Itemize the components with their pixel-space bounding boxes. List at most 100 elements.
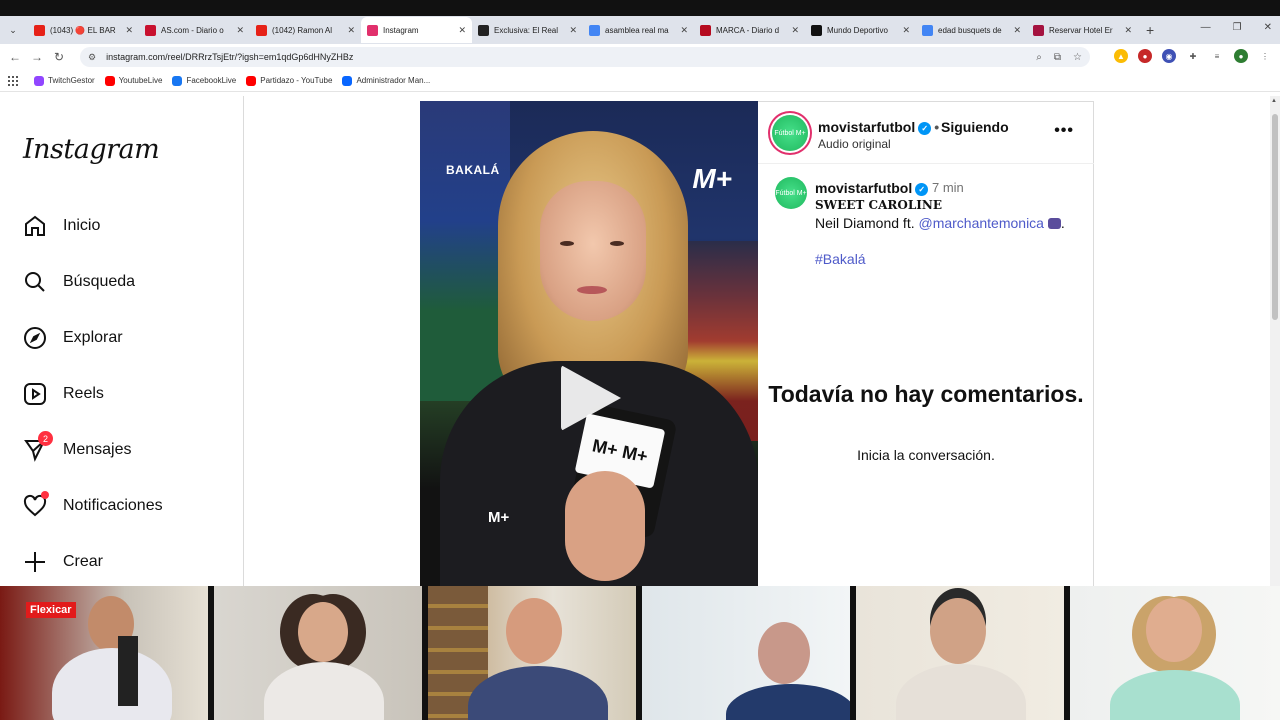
instagram-logo[interactable]: Instagram	[23, 134, 160, 165]
browser-tab[interactable]: Mundo Deportivo ✕	[805, 17, 916, 43]
bookmark-item[interactable]: TwitchGestor	[34, 75, 95, 86]
omnibox[interactable]: ⚙ instagram.com/reel/DRRrzTsjEtr/?igsh=e…	[80, 47, 1090, 67]
bookmark-item[interactable]: YoutubeLive	[104, 75, 162, 86]
tab-close-icon[interactable]: ✕	[569, 25, 577, 36]
tab-close-icon[interactable]: ✕	[458, 25, 466, 36]
nav-item-busqueda[interactable]: Búsqueda	[23, 267, 135, 297]
tab-favicon-icon	[256, 24, 267, 36]
participant-3-video	[428, 586, 636, 720]
background-sign: Flexicar	[26, 602, 76, 618]
participant-body	[264, 662, 384, 720]
nav-item-reels[interactable]: Reels	[23, 379, 104, 409]
browser-tab[interactable]: asamblea real ma ✕	[583, 17, 694, 43]
tab-favicon-icon	[589, 24, 600, 36]
tab-label: edad busquets de	[938, 25, 1002, 35]
back-icon[interactable]: ←	[4, 50, 26, 64]
more-options-icon[interactable]: •••	[1054, 122, 1074, 140]
reload-icon[interactable]: ↻	[48, 50, 70, 64]
tab-favicon-icon	[700, 24, 711, 36]
nav-label: Inicio	[63, 217, 101, 234]
browser-tab[interactable]: MARCA - Diario d ✕	[694, 17, 805, 43]
install-app-icon[interactable]: ⧉	[1054, 52, 1061, 63]
record-extension-icon[interactable]: ●	[1138, 49, 1152, 63]
tab-close-icon[interactable]: ✕	[902, 25, 910, 36]
reading-list-icon[interactable]: ≡	[1210, 49, 1224, 63]
caption-username[interactable]: movistarfutbol ✓	[815, 180, 929, 196]
compass-icon	[23, 326, 47, 350]
tab-close-icon[interactable]: ✕	[236, 25, 244, 36]
video-call-strip: Flexicar	[0, 586, 1280, 720]
browser-tab[interactable]: (1043) 🔴 EL BAR ✕	[28, 17, 139, 43]
browser-menu-icon[interactable]: ⋮	[1258, 49, 1272, 63]
tab-close-icon[interactable]: ✕	[125, 25, 133, 36]
tab-label: AS.com - Diario o	[161, 25, 224, 35]
bookmark-item[interactable]: Partidazo - YouTube	[246, 75, 333, 86]
tab-close-icon[interactable]: ✕	[347, 25, 355, 36]
speaker-face	[540, 181, 646, 321]
url-text[interactable]: instagram.com/reel/DRRrzTsjEtr/?igsh=em1…	[106, 52, 353, 62]
browser-tab[interactable]: edad busquets de ✕	[916, 17, 1027, 43]
tab-strip: ⌄ (1043) 🔴 EL BAR ✕ AS.com - Diario o ✕ (104…	[0, 16, 1280, 44]
following-button[interactable]: Siguiendo	[941, 119, 1009, 135]
tab-label: Exclusiva: El Real	[494, 25, 559, 35]
participant-1-video: Flexicar	[0, 586, 208, 720]
bookmark-item[interactable]: FacebookLive	[172, 75, 236, 86]
participant-body	[468, 666, 608, 720]
account-username[interactable]: movistarfutbol ✓ •	[818, 119, 942, 135]
participant-5-video	[856, 586, 1064, 720]
site-info-icon[interactable]: ⚙	[88, 52, 96, 63]
participant-body	[726, 684, 850, 720]
tab-favicon-icon	[1033, 24, 1044, 36]
bookmark-label: Partidazo - YouTube	[260, 76, 333, 85]
account-avatar[interactable]: Fútbol M+	[772, 115, 808, 151]
window-controls: — ❐ ✕	[1201, 22, 1272, 33]
tab-close-icon[interactable]: ✕	[1013, 25, 1021, 36]
tab-search-icon[interactable]: ⌄	[4, 21, 22, 39]
browser-tab[interactable]: (1042) Ramon Al ✕	[250, 17, 361, 43]
reel-video[interactable]: M+ M+ BAKALÁ M+ M+	[420, 101, 758, 586]
nav-label: Búsqueda	[63, 273, 136, 290]
nav-item-crear[interactable]: Crear	[23, 547, 103, 577]
close-window-icon[interactable]: ✕	[1264, 22, 1272, 33]
verified-icon: ✓	[918, 122, 932, 135]
forward-icon[interactable]: →	[26, 50, 48, 64]
bookmark-star-icon[interactable]: ☆	[1073, 52, 1082, 63]
page-scrollbar[interactable]: ▲	[1270, 96, 1280, 586]
nav-item-explorar[interactable]: Explorar	[23, 323, 123, 353]
nav-item-inicio[interactable]: Inicio	[23, 211, 100, 241]
extensions-puzzle-icon[interactable]: ✚	[1186, 49, 1200, 63]
tab-label: Instagram	[383, 25, 419, 35]
minimize-icon[interactable]: —	[1201, 22, 1211, 33]
tab-close-icon[interactable]: ✕	[1124, 25, 1132, 36]
apps-grid-icon[interactable]	[8, 75, 18, 86]
tab-close-icon[interactable]: ✕	[680, 25, 688, 36]
zoom-icon[interactable]: ⌕	[1036, 52, 1042, 63]
caption-avatar[interactable]: Fútbol M+	[775, 177, 807, 209]
nav-label: Explorar	[63, 329, 123, 346]
play-icon[interactable]	[561, 365, 621, 431]
mention-link[interactable]: @marchantemonica	[918, 215, 1044, 231]
stadium-background	[420, 101, 510, 401]
profile-avatar[interactable]: ●	[1234, 49, 1248, 63]
tab-close-icon[interactable]: ✕	[791, 25, 799, 36]
drive-extension-icon[interactable]: ▲	[1114, 49, 1128, 63]
hashtag-link[interactable]: #Bakalá	[815, 251, 866, 267]
caption-time[interactable]: 7 min	[932, 180, 964, 195]
participant-body	[896, 664, 1026, 720]
nav-item-mensajes[interactable]: 2 Mensajes	[23, 431, 131, 465]
vpn-extension-icon[interactable]: ◉	[1162, 49, 1176, 63]
bookmark-item[interactable]: Administrador Man...	[342, 75, 430, 86]
tab-favicon-icon	[367, 24, 378, 36]
scroll-up-icon[interactable]: ▲	[1271, 98, 1277, 104]
browser-tab[interactable]: Instagram ✕	[361, 17, 472, 43]
speaker-hand	[565, 471, 645, 581]
microphone	[118, 636, 138, 706]
browser-tab[interactable]: Exclusiva: El Real ✕	[472, 17, 583, 43]
restore-icon[interactable]: ❐	[1233, 22, 1242, 33]
browser-tab[interactable]: Reservar Hotel Er ✕	[1027, 17, 1138, 43]
scrollbar-thumb[interactable]	[1272, 114, 1278, 320]
audio-link[interactable]: Audio original	[818, 137, 891, 151]
nav-item-notificaciones[interactable]: Notificaciones	[23, 491, 163, 521]
browser-tab[interactable]: AS.com - Diario o ✕	[139, 17, 250, 43]
new-tab-button[interactable]: +	[1146, 22, 1154, 38]
